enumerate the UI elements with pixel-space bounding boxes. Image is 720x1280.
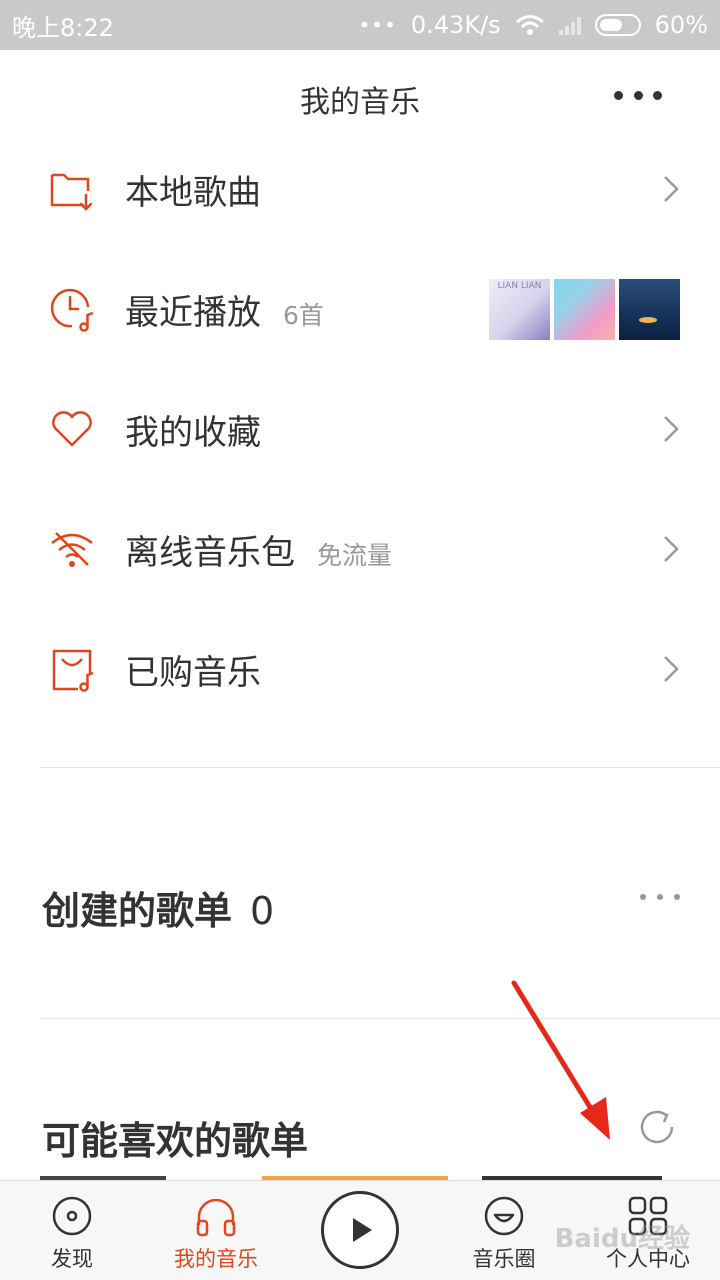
recommended-playlists-title: 可能喜欢的歌单 [42,1119,309,1163]
menu-item-label: 离线音乐包 免流量 [125,525,392,574]
battery-level: 60% [654,11,708,39]
recent-count: 6首 [283,300,324,330]
menu-item-recent[interactable]: 最近播放 6首 LIAN LIAN [0,249,720,369]
status-right: ••• 0.43K/s 60% [359,11,709,39]
more-dot [674,894,680,900]
folder-download-icon [50,173,93,211]
album-thumb-text: LIAN LIAN [497,280,542,291]
menu-label-text: 本地歌曲 [125,172,261,213]
offline-subtitle: 免流量 [317,540,393,570]
menu-label-text: 最近播放 [125,292,261,333]
created-playlists-title: 创建的歌单 [42,889,233,933]
nav-label: 我的音乐 [174,1247,258,1271]
shopping-bag-music-icon [52,649,94,692]
chevron-right-icon [664,416,679,442]
more-dot [640,894,646,900]
status-bar: 晚上8:22 ••• 0.43K/s 60% [0,0,720,50]
page-title: 我的音乐 [300,85,420,120]
menu-item-label: 已购音乐 [125,645,261,694]
headphones-icon [196,1198,236,1237]
more-dot [614,90,623,100]
clock-music-icon [50,288,94,332]
menu-label-text: 已购音乐 [125,652,261,693]
more-dot [653,90,662,100]
created-playlists-count: 0 [250,889,275,933]
nav-discover[interactable]: 发现 [2,1181,142,1280]
created-playlists-more-button[interactable] [640,892,680,902]
created-playlists-header[interactable]: 创建的歌单 0 [42,880,274,935]
album-thumb [554,278,615,340]
annotation-arrow-icon [511,980,610,1140]
chevron-right-icon [664,176,679,202]
title-bar: 我的音乐 [0,50,720,140]
wifi-icon [515,15,544,35]
menu-item-local-songs[interactable]: 本地歌曲 [0,129,720,249]
divider [40,767,720,768]
wifi-offline-icon [51,532,93,567]
album-thumb: LIAN LIAN [489,278,550,340]
nav-label: 发现 [51,1247,93,1271]
nav-my-music[interactable]: 我的音乐 [146,1181,286,1280]
status-time: 晚上8:22 [12,13,114,42]
play-button[interactable] [321,1191,399,1269]
battery-icon [594,14,641,36]
more-dot [633,90,643,100]
menu-item-label: 最近播放 6首 [125,285,324,334]
smile-icon [484,1196,524,1236]
nav-label: 音乐圈 [472,1247,536,1271]
menu-label-text: 离线音乐包 [125,532,295,573]
network-speed: 0.43K/s [410,11,501,39]
menu-item-label: 本地歌曲 [125,165,261,214]
menu-item-offline[interactable]: 离线音乐包 免流量 [0,489,720,609]
chevron-right-icon [664,536,679,562]
more-options-button[interactable] [614,80,662,110]
watermark: Baidu经验 [554,1224,690,1254]
recent-album-thumbs: LIAN LIAN [489,278,680,340]
notification-dots-icon: ••• [358,13,397,37]
menu-label-text: 我的收藏 [125,412,261,453]
menu-item-purchased[interactable]: 已购音乐 [0,609,720,729]
chevron-right-icon [664,656,679,682]
album-thumb [619,278,680,340]
disc-icon [52,1196,92,1236]
refresh-icon[interactable] [636,1106,678,1148]
heart-icon [52,411,92,447]
nav-music-circle[interactable]: 音乐圈 [434,1181,574,1280]
menu-item-favorites[interactable]: 我的收藏 [0,369,720,489]
divider [40,1018,720,1019]
play-icon [353,1218,372,1242]
more-dot [657,894,663,900]
menu-item-label: 我的收藏 [125,405,261,454]
signal-icon [558,15,581,35]
